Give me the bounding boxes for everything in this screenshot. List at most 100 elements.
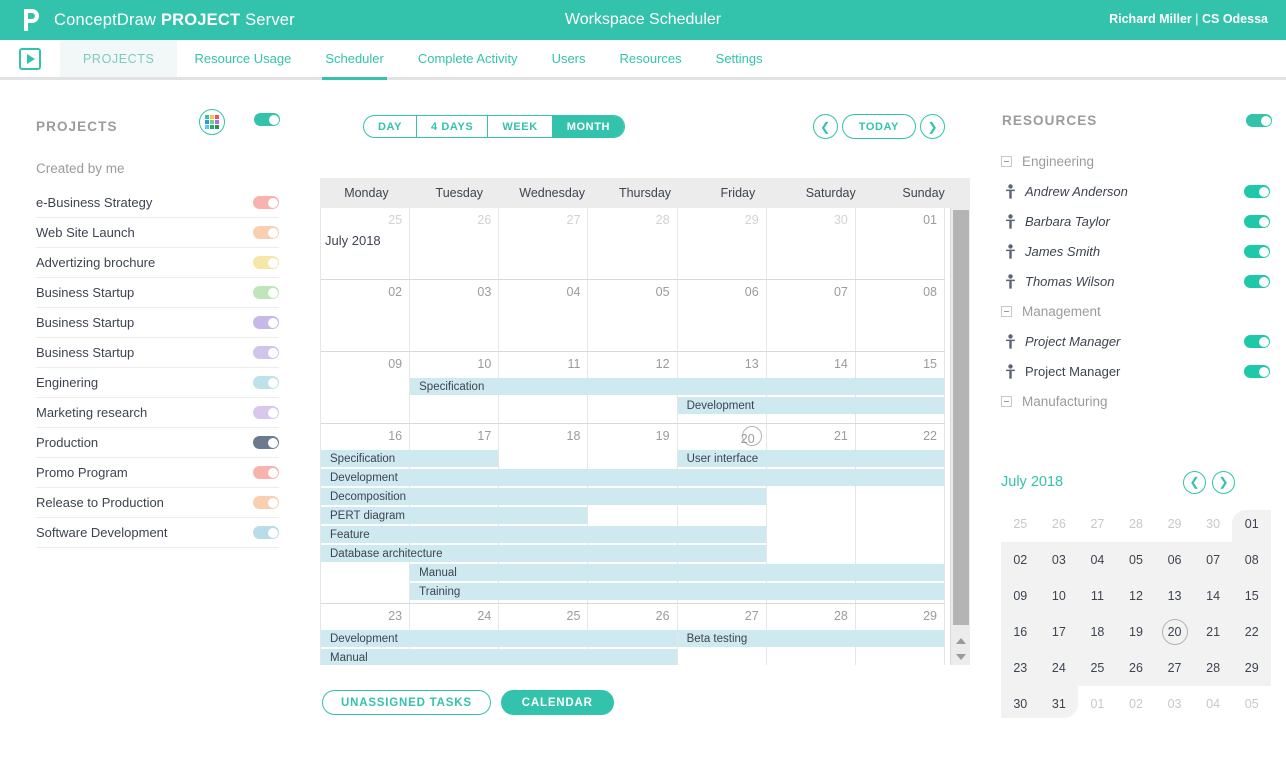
chevron-right-icon[interactable]: ❯: [1212, 470, 1235, 494]
nav-item-projects[interactable]: PROJECTS: [60, 40, 178, 77]
calendar-task-bar[interactable]: Development: [321, 630, 677, 647]
project-list-item[interactable]: e-Business Strategy: [36, 188, 279, 218]
view-mode-month[interactable]: MONTH: [552, 116, 625, 137]
mini-calendar-day-cell[interactable]: 03: [1155, 686, 1194, 722]
nav-logo-cell[interactable]: [0, 40, 60, 77]
calendar-day-number[interactable]: 01: [856, 208, 945, 227]
mini-calendar-day-cell[interactable]: 01: [1232, 506, 1271, 542]
calendar-day-number[interactable]: 28: [767, 604, 856, 623]
calendar-task-bar[interactable]: Training: [410, 583, 944, 600]
calendar-task-bar[interactable]: User interface: [677, 450, 944, 467]
mini-calendar-day-cell[interactable]: 08: [1232, 542, 1271, 578]
resource-group-header[interactable]: Manufacturing: [1001, 386, 1270, 411]
nav-item-resources[interactable]: Resources: [603, 40, 699, 77]
calendar-task-bar[interactable]: Manual: [410, 564, 944, 581]
resource-list-item[interactable]: Barbara Taylor: [1001, 206, 1270, 236]
mini-calendar-day-cell[interactable]: 27: [1078, 506, 1117, 542]
calendar-task-bar[interactable]: Feature: [321, 526, 766, 543]
chevron-left-icon[interactable]: ❮: [1183, 470, 1206, 494]
calendar-day-number[interactable]: 21: [767, 424, 856, 446]
calendar-day-number[interactable]: 20: [678, 424, 767, 446]
nav-item-scheduler[interactable]: Scheduler: [308, 40, 401, 80]
nav-item-complete-activity[interactable]: Complete Activity: [401, 40, 535, 77]
mini-calendar-day-cell[interactable]: 02: [1117, 686, 1156, 722]
project-list-item[interactable]: Business Startup: [36, 278, 279, 308]
mini-calendar-day-cell[interactable]: 19: [1117, 614, 1156, 650]
nav-item-settings[interactable]: Settings: [699, 40, 780, 77]
project-visibility-toggle[interactable]: [253, 286, 279, 299]
calendar-day-number[interactable]: 17: [410, 424, 499, 446]
calendar-day-number[interactable]: 19: [588, 424, 677, 446]
mini-calendar-day-cell[interactable]: 28: [1194, 650, 1233, 686]
mini-calendar-day-cell[interactable]: 17: [1040, 614, 1079, 650]
project-list-item[interactable]: Release to Production: [36, 488, 279, 518]
calendar-day-number[interactable]: 08: [856, 280, 945, 299]
mini-calendar-day-cell[interactable]: 12: [1117, 578, 1156, 614]
project-visibility-toggle[interactable]: [253, 316, 279, 329]
mini-calendar-day-cell[interactable]: 01: [1078, 686, 1117, 722]
calendar-button[interactable]: CALENDAR: [500, 690, 614, 715]
calendar-body[interactable]: 25 26 27 28 29 30 01 02 03 04 05 06 07 08 09 10 11 12 13 14…: [320, 208, 970, 665]
mini-calendar-day-cell[interactable]: 03: [1040, 542, 1079, 578]
calendar-day-number[interactable]: 03: [410, 280, 499, 299]
project-visibility-toggle[interactable]: [253, 256, 279, 269]
mini-calendar-day-cell[interactable]: 29: [1232, 650, 1271, 686]
mini-calendar-day-cell[interactable]: 27: [1155, 650, 1194, 686]
mini-calendar-day-cell[interactable]: 13: [1155, 578, 1194, 614]
calendar-day-number[interactable]: 11: [499, 352, 588, 371]
resources-master-toggle[interactable]: [1246, 114, 1272, 127]
calendar-day-number[interactable]: 27: [678, 604, 767, 623]
calendar-day-number[interactable]: 23: [321, 604, 410, 623]
project-list-item[interactable]: Marketing research: [36, 398, 279, 428]
chevron-right-icon[interactable]: ❯: [920, 114, 945, 139]
calendar-day-number[interactable]: 26: [410, 208, 499, 227]
calendar-day-number[interactable]: 18: [499, 424, 588, 446]
nav-item-resource-usage[interactable]: Resource Usage: [177, 40, 308, 77]
resource-visibility-toggle[interactable]: [1244, 365, 1270, 378]
project-visibility-toggle[interactable]: [253, 196, 279, 209]
resource-list-item[interactable]: Project Manager: [1001, 356, 1270, 386]
mini-calendar-day-cell[interactable]: 23: [1001, 650, 1040, 686]
mini-calendar-day-cell[interactable]: 20: [1155, 614, 1194, 650]
mini-calendar-day-cell[interactable]: 07: [1194, 542, 1233, 578]
resource-list-item[interactable]: Andrew Anderson: [1001, 176, 1270, 206]
calendar-task-bar[interactable]: Specification: [410, 378, 944, 395]
mini-calendar-day-cell[interactable]: 25: [1078, 650, 1117, 686]
today-button[interactable]: TODAY: [841, 114, 916, 139]
calendar-day-number[interactable]: 24: [410, 604, 499, 623]
calendar-day-number[interactable]: 14: [767, 352, 856, 371]
calendar-task-bar[interactable]: Manual: [321, 649, 677, 665]
calendar-day-number[interactable]: 27: [499, 208, 588, 227]
calendar-day-number[interactable]: 07: [767, 280, 856, 299]
projects-master-toggle[interactable]: [254, 113, 280, 126]
resource-visibility-toggle[interactable]: [1244, 245, 1270, 258]
calendar-day-number[interactable]: 09: [321, 352, 410, 371]
project-list-item[interactable]: Business Startup: [36, 338, 279, 368]
mini-calendar-day-cell[interactable]: 15: [1232, 578, 1271, 614]
calendar-task-bar[interactable]: Specification: [321, 450, 499, 467]
mini-calendar-day-cell[interactable]: 21: [1194, 614, 1233, 650]
mini-calendar-day-cell[interactable]: 24: [1040, 650, 1079, 686]
calendar-day-number[interactable]: 28: [588, 208, 677, 227]
view-mode-day[interactable]: DAY: [364, 116, 418, 137]
calendar-task-bar[interactable]: Database architecture: [321, 545, 766, 562]
calendar-day-number[interactable]: 16: [321, 424, 410, 446]
calendar-day-number[interactable]: 25: [321, 208, 410, 227]
project-list-item[interactable]: Business Startup: [36, 308, 279, 338]
mini-calendar-day-cell[interactable]: 26: [1040, 506, 1079, 542]
project-visibility-toggle[interactable]: [253, 376, 279, 389]
mini-calendar-day-cell[interactable]: 10: [1040, 578, 1079, 614]
mini-calendar-day-cell[interactable]: 25: [1001, 506, 1040, 542]
mini-calendar-day-cell[interactable]: 29: [1155, 506, 1194, 542]
mini-calendar-day-cell[interactable]: 16: [1001, 614, 1040, 650]
collapse-minus-icon[interactable]: [1001, 155, 1012, 167]
calendar-task-bar[interactable]: Beta testing: [677, 630, 944, 647]
calendar-task-bar[interactable]: Development: [321, 469, 944, 486]
calendar-day-number[interactable]: 12: [588, 352, 677, 371]
unassigned-tasks-button[interactable]: UNASSIGNED TASKS: [322, 690, 491, 715]
calendar-day-number[interactable]: 25: [499, 604, 588, 623]
calendar-task-bar[interactable]: Development: [677, 397, 944, 414]
project-visibility-toggle[interactable]: [253, 346, 279, 359]
calendar-task-bar[interactable]: Decomposition: [321, 488, 766, 505]
scroll-up-arrow-icon[interactable]: [951, 633, 971, 648]
